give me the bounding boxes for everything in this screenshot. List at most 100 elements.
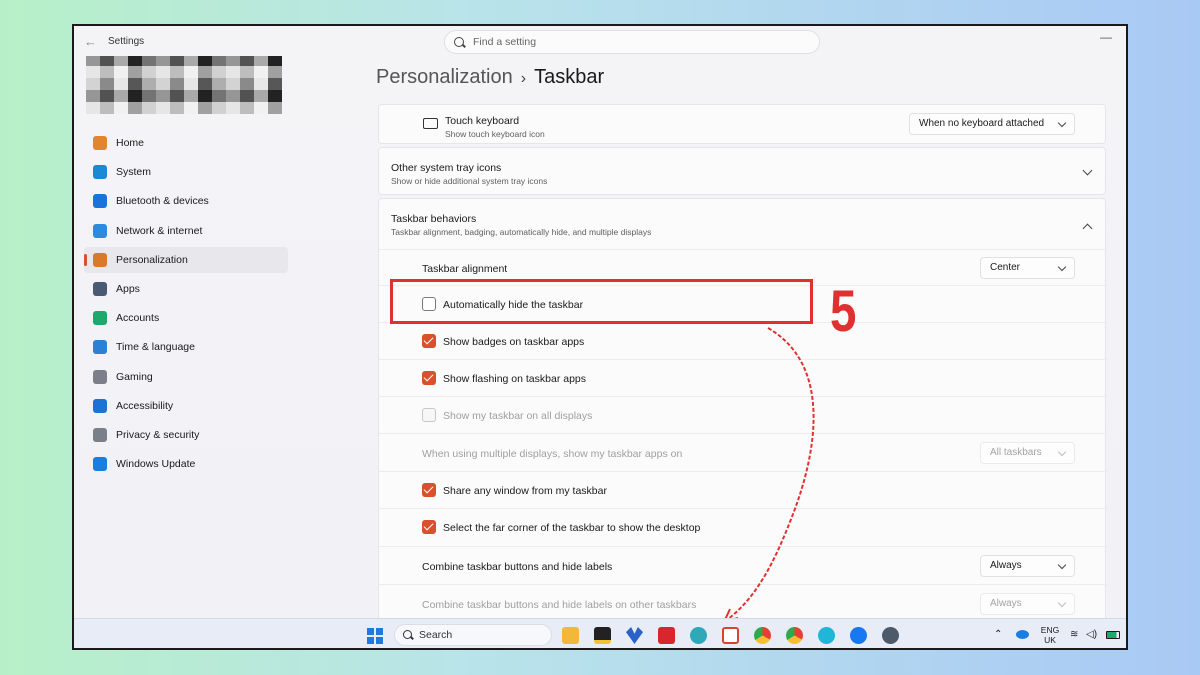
- update-icon: [93, 457, 107, 472]
- breadcrumb: Personalization › Taskbar: [376, 66, 604, 89]
- language-region: UK: [1044, 635, 1056, 645]
- taskbar-alignment-value: Center: [990, 262, 1021, 273]
- all-displays-row: Show my taskbar on all displays: [379, 396, 1107, 433]
- sidebar-item-label: Bluetooth & devices: [116, 195, 209, 208]
- sticky-notes-icon[interactable]: [594, 627, 611, 644]
- sidebar-item-label: Windows Update: [116, 458, 196, 471]
- sidebar-item-label: Apps: [116, 282, 140, 295]
- brush-icon: [93, 252, 107, 267]
- settings-gear-icon[interactable]: [882, 627, 899, 644]
- battery-icon[interactable]: [1106, 631, 1120, 639]
- file-explorer-icon[interactable]: [562, 627, 579, 644]
- sidebar-item-apps[interactable]: Apps: [84, 276, 288, 302]
- taskbar-search[interactable]: Search: [394, 624, 552, 646]
- flashing-checkbox[interactable]: [422, 371, 436, 385]
- chevron-down-icon: [1057, 118, 1067, 128]
- combine-label: Combine taskbar buttons and hide labels: [422, 561, 613, 573]
- minimize-button[interactable]: —: [1100, 30, 1112, 44]
- sidebar-item-label: Time & language: [116, 341, 195, 354]
- person-icon: [93, 311, 107, 326]
- chevron-up-icon[interactable]: ⌃: [994, 629, 1002, 640]
- accessibility-icon: [93, 398, 107, 413]
- chevron-down-icon: [1057, 560, 1067, 570]
- badges-checkbox[interactable]: [422, 334, 436, 348]
- start-button[interactable]: [367, 628, 383, 644]
- sidebar-item-personalization[interactable]: Personalization: [84, 246, 288, 273]
- other-tray-icons-row[interactable]: Other system tray icons Show or hide add…: [378, 147, 1106, 195]
- settings-window: ← Settings Find a setting — Home System Bl…: [74, 26, 1126, 648]
- touch-keyboard-row: Touch keyboard Show touch keyboard icon …: [378, 104, 1106, 144]
- chevron-up-icon[interactable]: [1082, 223, 1093, 234]
- sidebar-item-label: Personalization: [116, 253, 188, 266]
- multi-display-dropdown: All taskbars: [980, 442, 1075, 464]
- sidebar-item-label: Network & internet: [116, 224, 203, 237]
- combine-other-dropdown: Always: [980, 593, 1075, 615]
- back-arrow-icon[interactable]: ←: [84, 34, 97, 49]
- taskbar-behaviors-subtitle: Taskbar alignment, badging, automaticall…: [391, 227, 652, 237]
- mail-app-icon[interactable]: [626, 627, 643, 644]
- search-icon: [454, 37, 464, 47]
- edge-browser-icon[interactable]: [690, 627, 707, 644]
- taskbar-behaviors-card: Taskbar behaviors Taskbar alignment, bad…: [378, 198, 1107, 648]
- chrome-icon[interactable]: [754, 627, 771, 644]
- chevron-down-icon[interactable]: [1082, 165, 1093, 176]
- sidebar-item-privacy-security[interactable]: Privacy & security: [84, 422, 288, 448]
- combine-value: Always: [990, 560, 1022, 571]
- app-k-icon[interactable]: [722, 627, 739, 644]
- facebook-icon[interactable]: [850, 627, 867, 644]
- apps-icon: [93, 281, 107, 296]
- language-indicator[interactable]: ENG UK: [1038, 625, 1062, 645]
- sidebar-item-network-internet[interactable]: Network & internet: [84, 218, 288, 244]
- multi-display-value: All taskbars: [990, 447, 1042, 458]
- taskbar-behaviors-header[interactable]: Taskbar behaviors Taskbar alignment, bad…: [391, 213, 651, 237]
- title-bar: ← Settings Find a setting —: [74, 26, 1126, 58]
- wifi-icon[interactable]: ≋: [1070, 629, 1078, 640]
- sidebar-item-system[interactable]: System: [84, 159, 288, 185]
- wps-office-icon[interactable]: [658, 627, 675, 644]
- sidebar-item-label: Privacy & security: [116, 428, 200, 441]
- combine-dropdown[interactable]: Always: [980, 555, 1075, 577]
- sidebar-item-gaming[interactable]: Gaming: [84, 364, 288, 390]
- touch-keyboard-dropdown[interactable]: When no keyboard attached: [909, 113, 1075, 135]
- page-title: Taskbar: [534, 66, 605, 88]
- wifi-icon: [93, 223, 107, 238]
- touch-keyboard-title: Touch keyboard: [445, 115, 520, 127]
- home-icon: [93, 136, 107, 150]
- combine-row: Combine taskbar buttons and hide labels …: [379, 546, 1107, 584]
- other-tray-subtitle: Show or hide additional system tray icon…: [391, 176, 548, 186]
- badges-row: Show badges on taskbar apps: [379, 322, 1107, 359]
- combine-other-value: Always: [990, 598, 1022, 609]
- sidebar-item-home[interactable]: Home: [84, 130, 288, 156]
- sidebar-item-time-language[interactable]: Time & language: [84, 334, 288, 360]
- onedrive-icon[interactable]: [1016, 630, 1029, 639]
- taskbar-alignment-dropdown[interactable]: Center: [980, 257, 1075, 279]
- find-setting-search[interactable]: Find a setting: [444, 30, 820, 54]
- combine-other-row: Combine taskbar buttons and hide labels …: [379, 584, 1107, 622]
- sidebar-item-windows-update[interactable]: Windows Update: [84, 451, 288, 477]
- breadcrumb-separator: ›: [520, 70, 527, 87]
- touch-keyboard-value: When no keyboard attached: [919, 118, 1045, 129]
- share-window-checkbox[interactable]: [422, 483, 436, 497]
- far-corner-row: Select the far corner of the taskbar to …: [379, 508, 1107, 546]
- combine-other-label: Combine taskbar buttons and hide labels …: [422, 599, 697, 611]
- chrome-profile-icon[interactable]: [786, 627, 803, 644]
- breadcrumb-parent[interactable]: Personalization: [376, 66, 513, 88]
- taskbar-alignment-label: Taskbar alignment: [422, 263, 508, 275]
- sidebar-item-accounts[interactable]: Accounts: [84, 305, 288, 331]
- volume-icon[interactable]: ◁): [1086, 629, 1097, 640]
- app-title: Settings: [108, 36, 145, 47]
- canva-icon[interactable]: [818, 627, 835, 644]
- sidebar-item-accessibility[interactable]: Accessibility: [84, 393, 288, 419]
- sidebar-item-bluetooth-devices[interactable]: Bluetooth & devices: [84, 188, 288, 214]
- far-corner-checkbox[interactable]: [422, 520, 436, 534]
- share-window-row: Share any window from my taskbar: [379, 471, 1107, 508]
- sidebar-item-label: Home: [116, 137, 145, 149]
- chevron-down-icon: [1057, 262, 1067, 272]
- system-icon: [93, 165, 107, 180]
- search-placeholder: Find a setting: [473, 36, 537, 48]
- far-corner-label: Select the far corner of the taskbar to …: [443, 522, 701, 534]
- multi-display-label: When using multiple displays, show my ta…: [422, 448, 683, 460]
- highlight-box: [390, 279, 813, 324]
- step-number: 5: [830, 279, 857, 344]
- share-window-label: Share any window from my taskbar: [443, 485, 607, 497]
